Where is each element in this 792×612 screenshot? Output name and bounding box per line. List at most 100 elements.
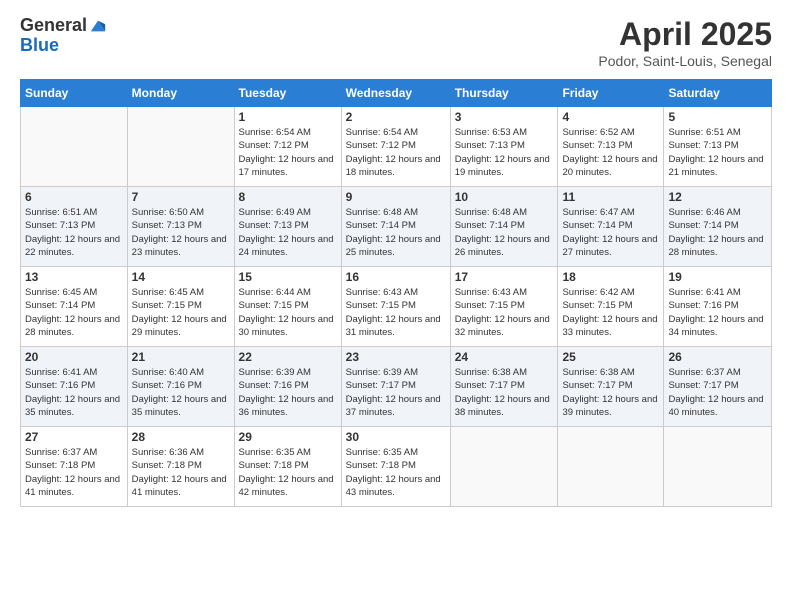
day-number: 16 bbox=[346, 270, 446, 284]
day-info: Sunrise: 6:49 AM Sunset: 7:13 PM Dayligh… bbox=[239, 206, 337, 259]
day-number: 20 bbox=[25, 350, 123, 364]
day-info: Sunrise: 6:47 AM Sunset: 7:14 PM Dayligh… bbox=[562, 206, 659, 259]
calendar-cell: 29Sunrise: 6:35 AM Sunset: 7:18 PM Dayli… bbox=[234, 427, 341, 507]
day-info: Sunrise: 6:41 AM Sunset: 7:16 PM Dayligh… bbox=[25, 366, 123, 419]
logo-general: General bbox=[20, 16, 87, 36]
calendar-cell: 11 Sunrise: 6:47 AM Sunset: 7:14 PM Dayli… bbox=[558, 187, 664, 267]
calendar-cell: 16 Sunrise: 6:43 AM Sunset: 7:15 PM Dayli… bbox=[341, 267, 450, 347]
calendar-week-row: 27Sunrise: 6:37 AM Sunset: 7:18 PM Dayli… bbox=[21, 427, 772, 507]
day-info: Sunrise: 6:52 AM Sunset: 7:13 PM Dayligh… bbox=[562, 126, 659, 179]
day-info: Sunrise: 6:46 AM Sunset: 7:14 PM Dayligh… bbox=[668, 206, 767, 259]
day-number: 3 bbox=[455, 110, 554, 124]
calendar-week-row: 1 Sunrise: 6:54 AM Sunset: 7:12 PM Daylig… bbox=[21, 107, 772, 187]
calendar-cell: 20 Sunrise: 6:41 AM Sunset: 7:16 PM Dayli… bbox=[21, 347, 128, 427]
calendar-week-row: 20 Sunrise: 6:41 AM Sunset: 7:16 PM Dayli… bbox=[21, 347, 772, 427]
day-header-thursday: Thursday bbox=[450, 80, 558, 107]
calendar-cell: 28 Sunrise: 6:36 AM Sunset: 7:18 PM Dayli… bbox=[127, 427, 234, 507]
day-info: Sunrise: 6:43 AM Sunset: 7:15 PM Dayligh… bbox=[455, 286, 554, 339]
day-header-tuesday: Tuesday bbox=[234, 80, 341, 107]
day-number: 8 bbox=[239, 190, 337, 204]
day-header-saturday: Saturday bbox=[664, 80, 772, 107]
calendar-cell: 21Sunrise: 6:40 AM Sunset: 7:16 PM Dayli… bbox=[127, 347, 234, 427]
calendar-cell: 14 Sunrise: 6:45 AM Sunset: 7:15 PM Dayli… bbox=[127, 267, 234, 347]
day-info: Sunrise: 6:38 AM Sunset: 7:17 PM Dayligh… bbox=[562, 366, 659, 419]
calendar-cell: 18Sunrise: 6:42 AM Sunset: 7:15 PM Dayli… bbox=[558, 267, 664, 347]
calendar-cell: 12 Sunrise: 6:46 AM Sunset: 7:14 PM Dayli… bbox=[664, 187, 772, 267]
calendar-cell: 2Sunrise: 6:54 AM Sunset: 7:12 PM Daylig… bbox=[341, 107, 450, 187]
day-number: 22 bbox=[239, 350, 337, 364]
day-number: 29 bbox=[239, 430, 337, 444]
calendar-cell: 23Sunrise: 6:39 AM Sunset: 7:17 PM Dayli… bbox=[341, 347, 450, 427]
calendar-cell: 1 Sunrise: 6:54 AM Sunset: 7:12 PM Daylig… bbox=[234, 107, 341, 187]
day-number: 4 bbox=[562, 110, 659, 124]
day-number: 10 bbox=[455, 190, 554, 204]
calendar-table: SundayMondayTuesdayWednesdayThursdayFrid… bbox=[20, 79, 772, 507]
header: General Blue April 2025 Podor, Saint-Lou… bbox=[20, 16, 772, 69]
day-number: 12 bbox=[668, 190, 767, 204]
calendar-cell: 9 Sunrise: 6:48 AM Sunset: 7:14 PM Daylig… bbox=[341, 187, 450, 267]
day-info: Sunrise: 6:54 AM Sunset: 7:12 PM Dayligh… bbox=[239, 126, 337, 179]
calendar-cell: 4 Sunrise: 6:52 AM Sunset: 7:13 PM Daylig… bbox=[558, 107, 664, 187]
calendar-cell: 8 Sunrise: 6:49 AM Sunset: 7:13 PM Daylig… bbox=[234, 187, 341, 267]
calendar-cell: 5 Sunrise: 6:51 AM Sunset: 7:13 PM Daylig… bbox=[664, 107, 772, 187]
day-header-monday: Monday bbox=[127, 80, 234, 107]
day-number: 30 bbox=[346, 430, 446, 444]
day-info: Sunrise: 6:48 AM Sunset: 7:14 PM Dayligh… bbox=[346, 206, 446, 259]
calendar-cell bbox=[127, 107, 234, 187]
calendar-header-row: SundayMondayTuesdayWednesdayThursdayFrid… bbox=[21, 80, 772, 107]
calendar-week-row: 6 Sunrise: 6:51 AM Sunset: 7:13 PM Daylig… bbox=[21, 187, 772, 267]
calendar-cell: 25 Sunrise: 6:38 AM Sunset: 7:17 PM Dayli… bbox=[558, 347, 664, 427]
day-info: Sunrise: 6:39 AM Sunset: 7:17 PM Dayligh… bbox=[346, 366, 446, 419]
day-info: Sunrise: 6:36 AM Sunset: 7:18 PM Dayligh… bbox=[132, 446, 230, 499]
logo: General Blue bbox=[20, 16, 107, 56]
calendar-cell: 10 Sunrise: 6:48 AM Sunset: 7:14 PM Dayli… bbox=[450, 187, 558, 267]
logo-icon bbox=[89, 17, 107, 35]
calendar-cell: 7 Sunrise: 6:50 AM Sunset: 7:13 PM Daylig… bbox=[127, 187, 234, 267]
day-info: Sunrise: 6:39 AM Sunset: 7:16 PM Dayligh… bbox=[239, 366, 337, 419]
day-number: 7 bbox=[132, 190, 230, 204]
day-number: 26 bbox=[668, 350, 767, 364]
day-header-friday: Friday bbox=[558, 80, 664, 107]
calendar-cell: 22 Sunrise: 6:39 AM Sunset: 7:16 PM Dayli… bbox=[234, 347, 341, 427]
day-info: Sunrise: 6:42 AM Sunset: 7:15 PM Dayligh… bbox=[562, 286, 659, 339]
day-number: 28 bbox=[132, 430, 230, 444]
title-block: April 2025 Podor, Saint-Louis, Senegal bbox=[598, 16, 772, 69]
page: General Blue April 2025 Podor, Saint-Lou… bbox=[0, 0, 792, 612]
day-number: 14 bbox=[132, 270, 230, 284]
day-number: 15 bbox=[239, 270, 337, 284]
day-info: Sunrise: 6:35 AM Sunset: 7:18 PM Dayligh… bbox=[346, 446, 446, 499]
day-info: Sunrise: 6:54 AM Sunset: 7:12 PM Dayligh… bbox=[346, 126, 446, 179]
day-info: Sunrise: 6:50 AM Sunset: 7:13 PM Dayligh… bbox=[132, 206, 230, 259]
day-info: Sunrise: 6:45 AM Sunset: 7:14 PM Dayligh… bbox=[25, 286, 123, 339]
calendar-cell bbox=[450, 427, 558, 507]
day-info: Sunrise: 6:51 AM Sunset: 7:13 PM Dayligh… bbox=[25, 206, 123, 259]
day-header-wednesday: Wednesday bbox=[341, 80, 450, 107]
day-number: 1 bbox=[239, 110, 337, 124]
day-info: Sunrise: 6:37 AM Sunset: 7:17 PM Dayligh… bbox=[668, 366, 767, 419]
calendar-cell bbox=[664, 427, 772, 507]
day-info: Sunrise: 6:43 AM Sunset: 7:15 PM Dayligh… bbox=[346, 286, 446, 339]
logo-blue: Blue bbox=[20, 36, 107, 56]
day-number: 11 bbox=[562, 190, 659, 204]
month-title: April 2025 bbox=[598, 16, 772, 53]
calendar-cell: 26 Sunrise: 6:37 AM Sunset: 7:17 PM Dayli… bbox=[664, 347, 772, 427]
day-number: 25 bbox=[562, 350, 659, 364]
day-number: 27 bbox=[25, 430, 123, 444]
calendar-cell: 27Sunrise: 6:37 AM Sunset: 7:18 PM Dayli… bbox=[21, 427, 128, 507]
location-title: Podor, Saint-Louis, Senegal bbox=[598, 53, 772, 69]
calendar-cell: 19Sunrise: 6:41 AM Sunset: 7:16 PM Dayli… bbox=[664, 267, 772, 347]
day-info: Sunrise: 6:53 AM Sunset: 7:13 PM Dayligh… bbox=[455, 126, 554, 179]
day-number: 5 bbox=[668, 110, 767, 124]
day-info: Sunrise: 6:51 AM Sunset: 7:13 PM Dayligh… bbox=[668, 126, 767, 179]
day-number: 6 bbox=[25, 190, 123, 204]
calendar-cell bbox=[21, 107, 128, 187]
day-number: 19 bbox=[668, 270, 767, 284]
day-number: 21 bbox=[132, 350, 230, 364]
day-info: Sunrise: 6:48 AM Sunset: 7:14 PM Dayligh… bbox=[455, 206, 554, 259]
day-info: Sunrise: 6:45 AM Sunset: 7:15 PM Dayligh… bbox=[132, 286, 230, 339]
day-number: 9 bbox=[346, 190, 446, 204]
calendar-cell: 15 Sunrise: 6:44 AM Sunset: 7:15 PM Dayli… bbox=[234, 267, 341, 347]
day-info: Sunrise: 6:44 AM Sunset: 7:15 PM Dayligh… bbox=[239, 286, 337, 339]
calendar-cell: 3 Sunrise: 6:53 AM Sunset: 7:13 PM Daylig… bbox=[450, 107, 558, 187]
day-number: 17 bbox=[455, 270, 554, 284]
